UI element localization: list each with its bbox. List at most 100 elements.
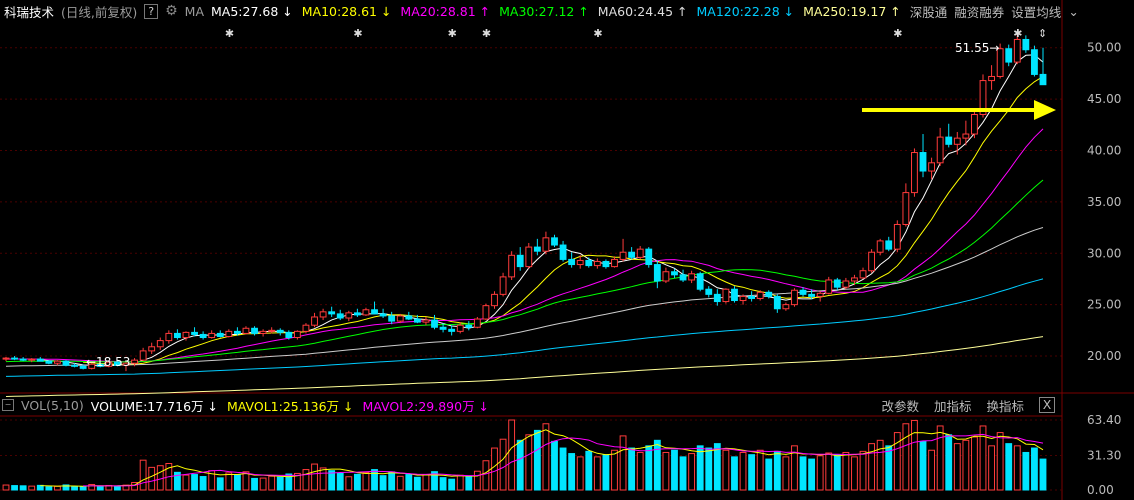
volume-bar (996, 432, 1004, 491)
candle-body (19, 358, 27, 361)
volume-bar (79, 486, 87, 491)
candle-body (619, 251, 627, 260)
volume-bar (902, 423, 910, 491)
candle-body (182, 331, 190, 339)
candle-body (62, 360, 70, 366)
volume-bar (979, 425, 987, 491)
candle-body (542, 237, 550, 252)
edit-params-button[interactable]: 改参数 (881, 396, 919, 415)
candle-body (473, 318, 481, 328)
volume-bar (911, 419, 918, 491)
volume-bar (482, 460, 490, 491)
candle-body (1005, 48, 1013, 63)
price-chart-header: 科瑞技术 (日线,前复权) ? ⚙ MA MA5:27.68 ↓ MA10:28.… (0, 0, 1079, 22)
volume-bar (525, 434, 533, 491)
volume-bar (276, 476, 284, 491)
gear-icon[interactable]: ⚙ (165, 3, 178, 19)
candle-body (456, 324, 464, 332)
candle-body (302, 324, 310, 332)
candle-body (293, 330, 301, 339)
candle-body (362, 309, 370, 316)
candle-body (953, 137, 961, 145)
volume-bar (576, 456, 584, 491)
volume-bar (585, 450, 593, 491)
event-marker: ✱ (1013, 27, 1022, 40)
candle-body (868, 251, 876, 272)
candle-body (328, 311, 336, 315)
volume-bar (851, 456, 858, 491)
candle-body (396, 315, 404, 322)
candle-body (148, 346, 156, 352)
candle-body (671, 271, 678, 276)
volume-bar (919, 440, 927, 491)
stock-name[interactable]: 科瑞技术 (4, 2, 54, 21)
volume-bar (868, 443, 876, 491)
volume-bar (11, 485, 18, 491)
event-marker: ✱ (893, 27, 902, 40)
candle-body (851, 277, 858, 282)
volume-bar (945, 434, 953, 491)
menu-hk-connect[interactable]: 深股通 (910, 2, 948, 21)
volume-bar (371, 469, 378, 491)
volume-indicator-name[interactable]: VOL(5,10) (21, 398, 84, 413)
candle-body (45, 360, 53, 364)
candle-body (765, 291, 773, 297)
candle-body (808, 293, 816, 297)
close-icon[interactable]: X (1039, 397, 1055, 413)
volume-bar (1039, 458, 1047, 491)
price-tick-label: 45.00 (1087, 92, 1121, 106)
candle-body (782, 304, 790, 310)
volume-bar (799, 456, 807, 491)
menu-margin-trading[interactable]: 融资融券 (954, 2, 1004, 21)
volume-bar (259, 477, 267, 491)
volume-bar (2, 484, 10, 491)
candle-body (388, 315, 396, 322)
candle-body (165, 332, 173, 342)
candle-body (533, 246, 541, 252)
volume-bar (628, 447, 636, 491)
minus-box-icon[interactable]: − (2, 399, 14, 411)
volume-value-2: MAVOL2:29.890万 ↓ (362, 398, 490, 414)
volume-bar (953, 443, 961, 491)
switch-indicator-button[interactable]: 换指标 (986, 396, 1024, 415)
volume-bar (336, 472, 344, 491)
candle-body (585, 259, 593, 267)
ma30-line (5, 179, 1044, 363)
candle-body (191, 331, 198, 335)
menu-ma-settings[interactable]: 设置均线 (1011, 2, 1061, 21)
candle-body (679, 274, 687, 281)
volume-bar (1031, 447, 1038, 491)
candle-body (482, 305, 490, 320)
volume-bar (739, 451, 747, 491)
chevron-down-icon[interactable]: ⌄ (1068, 4, 1078, 19)
candle-body (139, 350, 147, 361)
candle-body (371, 309, 378, 315)
volume-bar (182, 474, 190, 491)
candle-body (988, 75, 995, 82)
volume-bar (559, 447, 567, 491)
ma-label[interactable]: MA (185, 4, 204, 19)
candle-body (971, 114, 978, 135)
price-tick-label: 20.00 (1087, 349, 1121, 363)
volume-bar (542, 423, 550, 491)
volume-bar (671, 449, 678, 491)
volume-bar (645, 445, 653, 491)
candle-body (242, 327, 250, 334)
candle-body (628, 251, 636, 258)
candle-body (713, 293, 721, 303)
volume-bar (859, 450, 867, 491)
volume-bar (311, 463, 318, 491)
candle-body (54, 360, 61, 364)
volume-bar (551, 440, 558, 491)
candle-body (131, 359, 138, 364)
candle-body (602, 260, 610, 268)
volume-bar (113, 485, 121, 491)
candle-body (842, 280, 850, 288)
add-indicator-button[interactable]: 加指标 (934, 396, 972, 415)
event-marker: ✱ (482, 27, 491, 40)
volume-bar (611, 449, 618, 491)
volume-bar (28, 485, 36, 491)
help-button[interactable]: ? (144, 3, 159, 19)
volume-bar (96, 485, 104, 491)
volume-bar (593, 456, 601, 491)
